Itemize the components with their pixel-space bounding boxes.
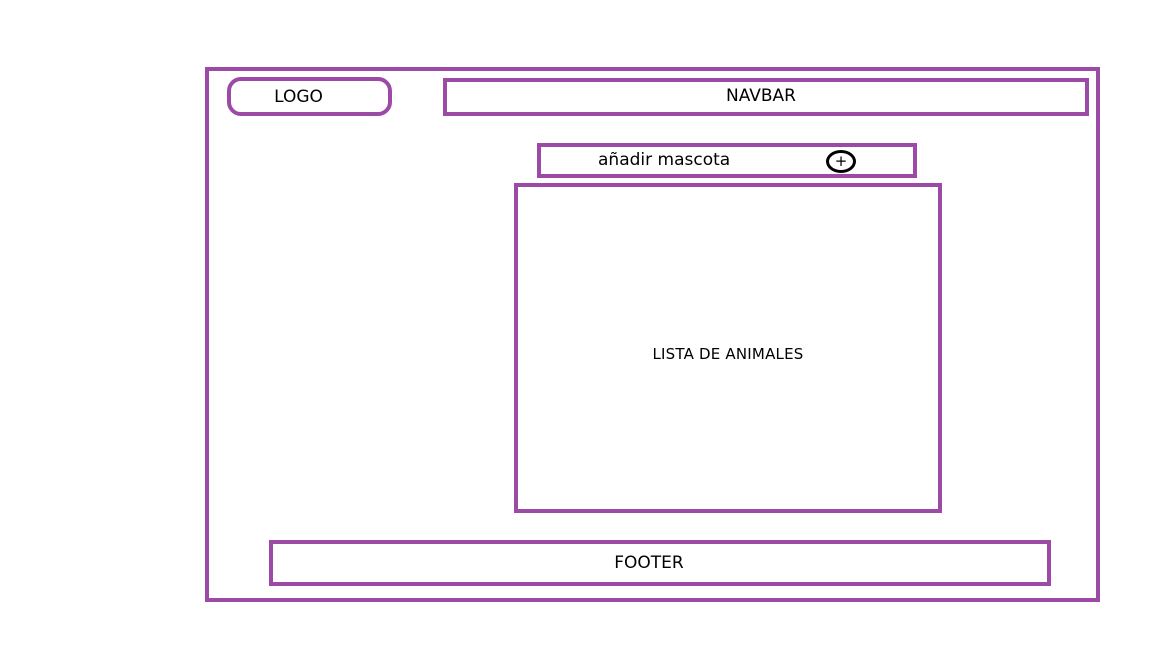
footer-label: FOOTER (614, 553, 684, 573)
navbar-label: NAVBAR (726, 86, 796, 106)
navbar[interactable]: NAVBAR (443, 78, 1089, 116)
logo-label: LOGO (274, 86, 323, 107)
animal-list: LISTA DE ANIMALES (514, 183, 942, 513)
animal-list-label: LISTA DE ANIMALES (652, 345, 804, 363)
add-pet-label: añadir mascota (598, 150, 731, 170)
plus-circle-icon[interactable]: + (826, 150, 856, 173)
footer: FOOTER (269, 540, 1051, 586)
plus-glyph: + (834, 152, 848, 170)
add-pet-bar[interactable]: añadir mascota (537, 143, 917, 178)
logo[interactable]: LOGO (227, 77, 392, 116)
